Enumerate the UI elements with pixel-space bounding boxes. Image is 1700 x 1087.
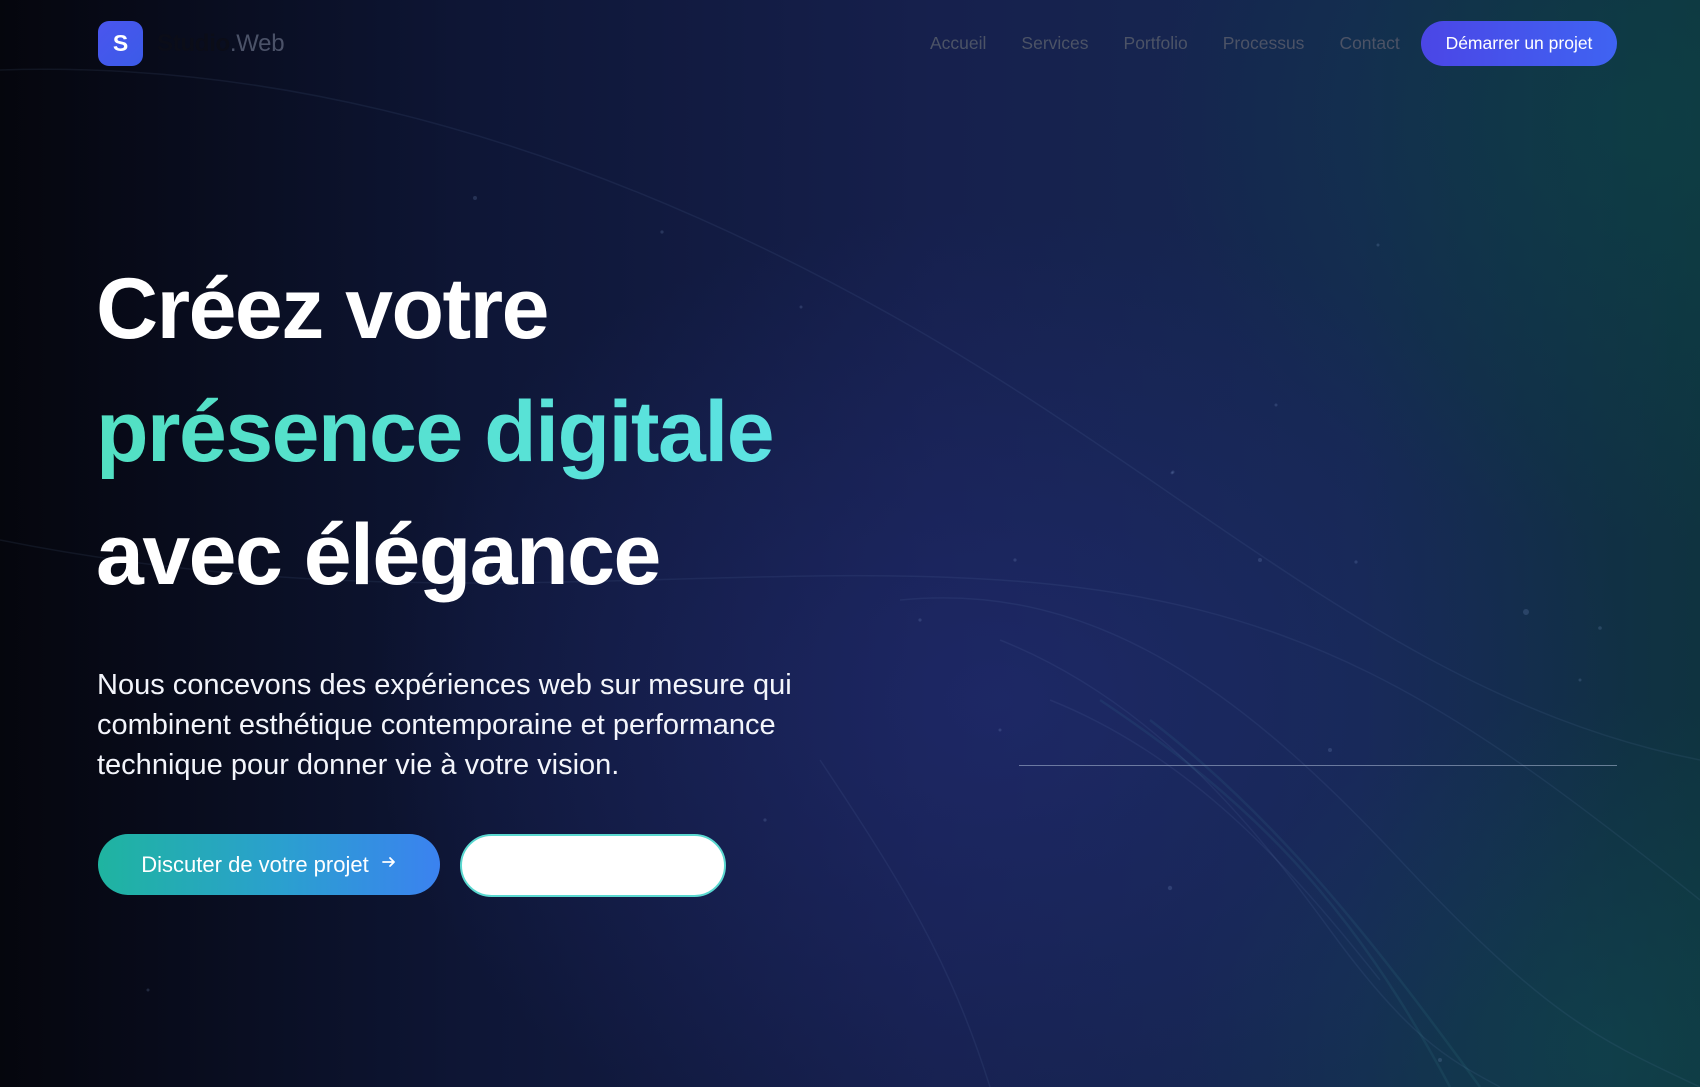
- discuss-project-label: Discuter de votre projet: [141, 851, 369, 877]
- discuss-project-button[interactable]: Discuter de votre projet: [98, 834, 440, 895]
- hero-title-accent: présence digitale: [96, 371, 896, 494]
- start-project-button[interactable]: Démarrer un projet: [1421, 21, 1617, 66]
- logo-text: Studio.Web: [157, 29, 285, 58]
- logo-mark: S: [98, 21, 143, 66]
- logo-name: Studio: [157, 29, 230, 57]
- site-header: S Studio.Web Accueil Services Portfolio …: [0, 0, 1700, 86]
- logo-suffix: .Web: [229, 29, 285, 57]
- brand-logo[interactable]: S Studio.Web: [98, 21, 285, 66]
- hero-title: Créez votre présence digitale avec éléga…: [96, 248, 896, 617]
- nav-link-accueil[interactable]: Accueil: [930, 31, 986, 55]
- nav-link-portfolio[interactable]: Portfolio: [1124, 31, 1188, 55]
- decorative-divider: [1019, 765, 1617, 766]
- arrow-right-icon: [381, 853, 397, 876]
- nav-link-processus[interactable]: Processus: [1223, 31, 1305, 55]
- main-nav: Accueil Services Portfolio Processus Con…: [930, 31, 1435, 55]
- hero-title-line-3: avec élégance: [96, 507, 661, 603]
- nav-link-services[interactable]: Services: [1021, 31, 1088, 55]
- hero-description: Nous concevons des expériences web sur m…: [97, 669, 792, 781]
- hero-title-line-1: Créez votre: [96, 261, 549, 357]
- secondary-button[interactable]: [460, 834, 726, 897]
- nav-link-contact[interactable]: Contact: [1339, 31, 1399, 55]
